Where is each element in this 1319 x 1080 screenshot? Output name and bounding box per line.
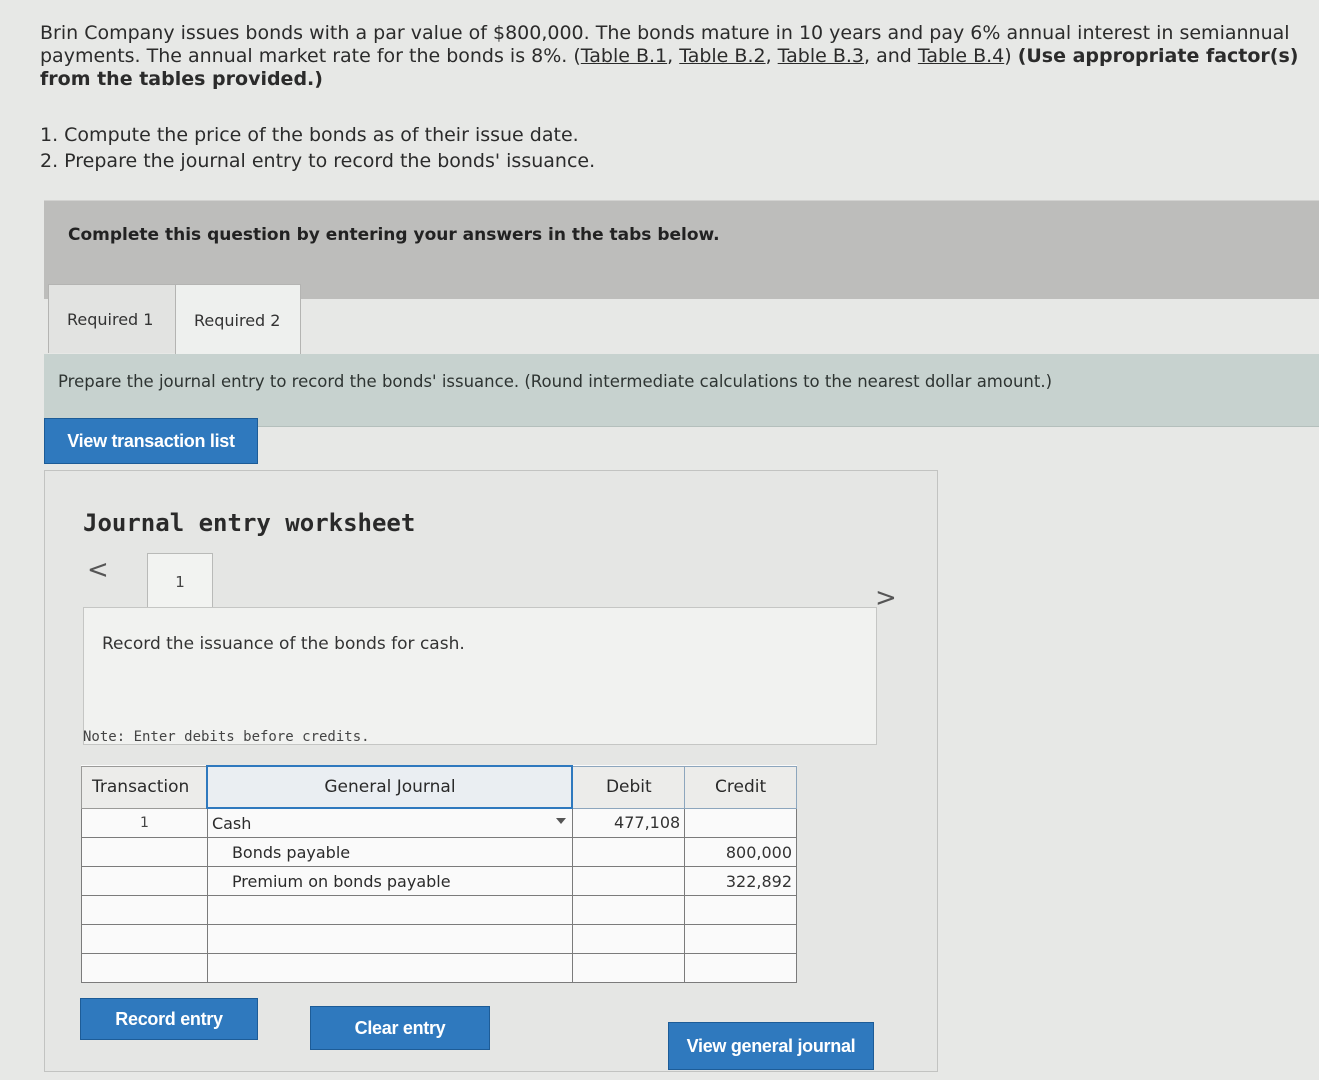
debit-input[interactable] bbox=[571, 924, 686, 954]
account-name: Bonds payable bbox=[231, 842, 351, 862]
problem-statement: Brin Company issues bonds with a par val… bbox=[40, 22, 1319, 91]
worksheet-page-tab[interactable]: 1 bbox=[147, 553, 213, 610]
transaction-description-box: Record the issuance of the bonds for cas… bbox=[83, 607, 877, 745]
journal-entry-worksheet: Journal entry worksheet < 1 > Record the… bbox=[44, 470, 938, 1072]
table-row: Bonds payable 800,000 bbox=[81, 837, 797, 867]
table-row: 1 Cash 477,108 bbox=[81, 807, 797, 838]
table-b3-link[interactable]: Table B.3 bbox=[778, 45, 864, 67]
debits-note: Note: Enter debits before credits. bbox=[83, 729, 370, 745]
problem-text-close: ) bbox=[1004, 45, 1018, 67]
transaction-cell bbox=[81, 895, 208, 925]
instruction-bar: Prepare the journal entry to record the … bbox=[44, 354, 1319, 427]
credit-input[interactable] bbox=[684, 807, 797, 838]
table-row bbox=[81, 953, 797, 983]
view-transaction-list-button[interactable]: View transaction list bbox=[44, 418, 258, 464]
separator: , bbox=[765, 45, 778, 67]
tab-required-1[interactable]: Required 1 bbox=[48, 284, 176, 353]
table-row: Premium on bonds payable 322,892 bbox=[81, 866, 797, 896]
table-row bbox=[81, 924, 797, 954]
credit-input[interactable] bbox=[684, 953, 797, 983]
header-debit: Debit bbox=[571, 765, 686, 809]
account-name: Cash bbox=[211, 813, 252, 833]
header-general-journal: General Journal bbox=[206, 765, 574, 809]
requirements-list: 1. Compute the price of the bonds as of … bbox=[40, 122, 595, 174]
table-b4-link[interactable]: Table B.4 bbox=[918, 45, 1004, 67]
debit-input[interactable] bbox=[571, 953, 686, 983]
account-select[interactable] bbox=[206, 924, 573, 954]
transaction-cell bbox=[81, 953, 208, 983]
banner-text: Complete this question by entering your … bbox=[68, 225, 720, 245]
transaction-cell bbox=[81, 866, 208, 896]
account-select[interactable] bbox=[206, 953, 573, 983]
clear-entry-button[interactable]: Clear entry bbox=[310, 1006, 490, 1050]
table-row bbox=[81, 895, 797, 925]
requirement-tabs: Required 1 Required 2 bbox=[44, 284, 1319, 355]
transaction-cell bbox=[81, 837, 208, 867]
credit-input[interactable]: 800,000 bbox=[684, 837, 797, 867]
view-general-journal-button[interactable]: View general journal bbox=[668, 1022, 874, 1070]
separator: , bbox=[667, 45, 680, 67]
transaction-description: Record the issuance of the bonds for cas… bbox=[102, 634, 465, 654]
transaction-cell bbox=[81, 924, 208, 954]
credit-input[interactable]: 322,892 bbox=[684, 866, 797, 896]
account-select[interactable] bbox=[206, 895, 573, 925]
record-entry-button[interactable]: Record entry bbox=[80, 998, 258, 1040]
account-name: Premium on bonds payable bbox=[231, 871, 451, 891]
requirement-1: 1. Compute the price of the bonds as of … bbox=[40, 124, 579, 146]
header-credit: Credit bbox=[684, 765, 797, 809]
account-select[interactable]: Cash bbox=[206, 807, 573, 838]
debit-input[interactable] bbox=[571, 866, 686, 896]
worksheet-title: Journal entry worksheet bbox=[83, 509, 416, 537]
chevron-right-icon[interactable]: > bbox=[875, 583, 897, 613]
journal-table: Transaction General Journal Debit Credit… bbox=[81, 765, 797, 983]
dropdown-caret-icon[interactable] bbox=[555, 818, 566, 824]
chevron-left-icon[interactable]: < bbox=[87, 555, 109, 585]
transaction-cell: 1 bbox=[81, 807, 208, 838]
requirement-2: 2. Prepare the journal entry to record t… bbox=[40, 150, 596, 172]
account-select[interactable]: Premium on bonds payable bbox=[206, 866, 573, 896]
debit-input[interactable]: 477,108 bbox=[571, 807, 686, 838]
debit-input[interactable] bbox=[571, 895, 686, 925]
debit-input[interactable] bbox=[571, 837, 686, 867]
header-transaction: Transaction bbox=[81, 765, 208, 809]
table-b2-link[interactable]: Table B.2 bbox=[679, 45, 765, 67]
account-select[interactable]: Bonds payable bbox=[206, 837, 573, 867]
tab-required-2[interactable]: Required 2 bbox=[175, 284, 301, 355]
instruction-text: Prepare the journal entry to record the … bbox=[58, 372, 1053, 391]
credit-input[interactable] bbox=[684, 895, 797, 925]
separator: , and bbox=[864, 45, 918, 67]
table-b1-link[interactable]: Table B.1 bbox=[581, 45, 667, 67]
credit-input[interactable] bbox=[684, 924, 797, 954]
